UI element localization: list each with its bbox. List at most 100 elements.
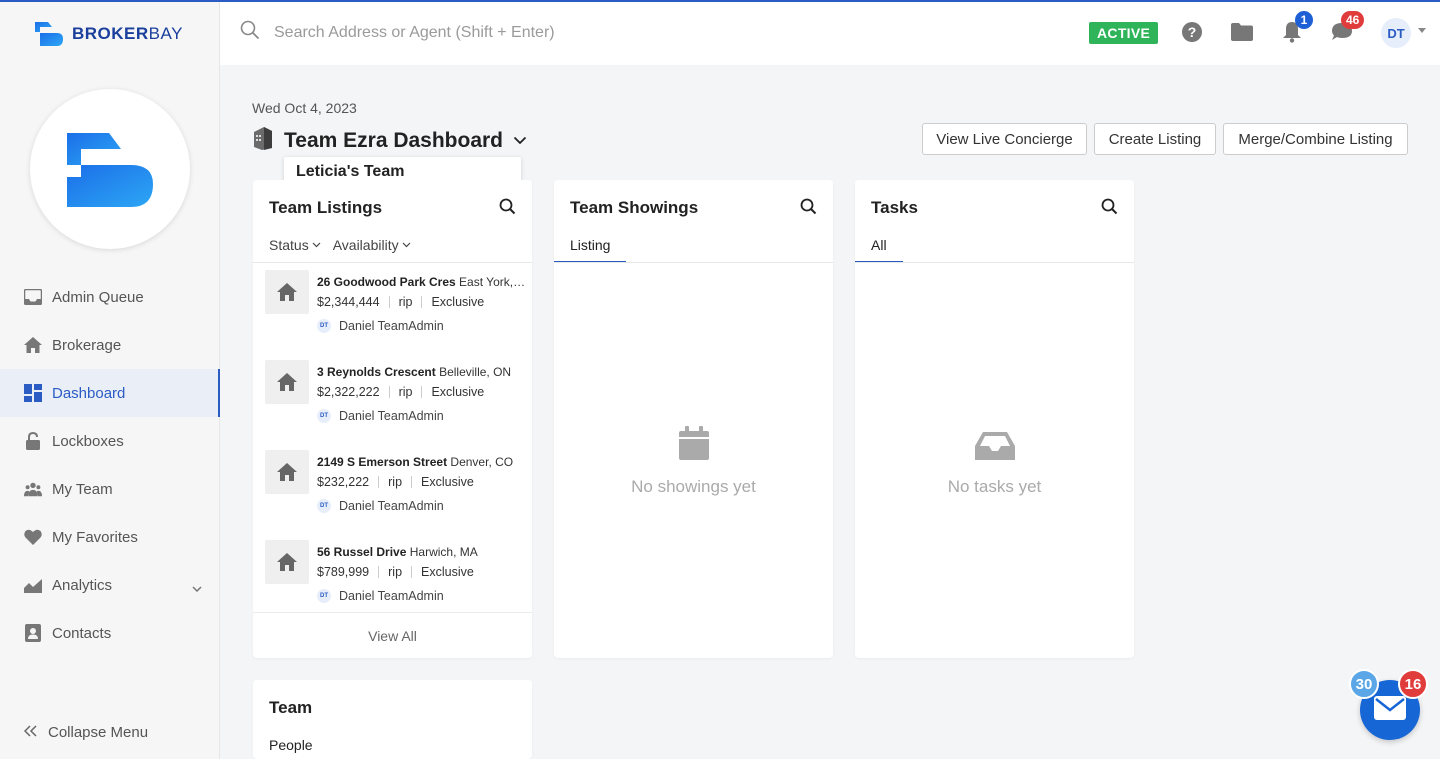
divider xyxy=(554,262,833,263)
view-live-concierge-button[interactable]: View Live Concierge xyxy=(922,123,1087,155)
team-icon xyxy=(24,480,42,498)
home-icon xyxy=(265,540,309,584)
list-item[interactable]: 56 Russel Drive Harwich, MA $789,999 rip E… xyxy=(265,540,530,620)
search-icon[interactable] xyxy=(1101,198,1118,220)
empty-state: No tasks yet xyxy=(855,432,1134,497)
list-item[interactable]: 3 Reynolds Crescent Belleville, ON $2,32… xyxy=(265,360,530,440)
current-date: Wed Oct 4, 2023 xyxy=(252,100,357,116)
chevron-down-icon[interactable] xyxy=(513,132,527,150)
building-icon xyxy=(252,126,274,155)
sidebar-item-lockboxes[interactable]: Lockboxes xyxy=(0,417,220,465)
listing-address: 3 Reynolds Crescent Belleville, ON xyxy=(317,365,512,379)
avatar[interactable]: DT xyxy=(1381,18,1411,48)
tab-listing[interactable]: Listing xyxy=(554,237,627,263)
empty-inbox-icon xyxy=(974,432,1015,465)
sidebar-nav: Admin Queue Brokerage Dashboard Lockboxe… xyxy=(0,273,220,657)
card-title: Team xyxy=(269,698,313,717)
caret-down-icon[interactable] xyxy=(1418,28,1426,33)
sidebar-item-brokerage[interactable]: Brokerage xyxy=(0,321,220,369)
listing-address: 26 Goodwood Park Cres East York, ON xyxy=(317,275,528,289)
tasks-card: Tasks All No tasks yet xyxy=(855,180,1134,658)
dashboard-selector[interactable]: Team Ezra Dashboard xyxy=(252,126,527,155)
search-bar[interactable]: Search Address or Agent (Shift + Enter) xyxy=(240,20,555,45)
listing-agent: DT Daniel TeamAdmin xyxy=(317,499,444,513)
dashboard-icon xyxy=(24,384,42,402)
sidebar-item-my-team[interactable]: My Team xyxy=(0,465,220,513)
chevron-down-icon xyxy=(402,242,411,248)
empty-message: No showings yet xyxy=(631,477,756,496)
divider xyxy=(855,262,1134,263)
svg-text:?: ? xyxy=(1188,24,1197,40)
inbox-icon xyxy=(24,288,42,306)
brokerage-logo xyxy=(30,89,190,249)
sidebar-item-label: My Favorites xyxy=(52,528,138,546)
sidebar-item-contacts[interactable]: Contacts xyxy=(0,609,220,657)
home-icon xyxy=(265,270,309,314)
list-item[interactable]: 2149 S Emerson Street Denver, CO $232,22… xyxy=(265,450,530,530)
sidebar-item-label: Contacts xyxy=(52,624,112,642)
top-bar: Search Address or Agent (Shift + Enter) … xyxy=(220,2,1440,65)
home-icon xyxy=(265,360,309,404)
brokerbay-large-logo-icon xyxy=(67,133,153,207)
brokerbay-logo-icon xyxy=(35,22,63,46)
avatar: DT xyxy=(317,499,331,513)
messages-count-badge: 46 xyxy=(1341,11,1365,29)
listing-address: 56 Russel Drive Harwich, MA xyxy=(317,545,478,559)
view-all-link[interactable]: View All xyxy=(253,612,532,658)
chat-count-badge: 30 xyxy=(1349,669,1379,699)
help-icon[interactable]: ? xyxy=(1180,20,1204,44)
chevron-down-icon xyxy=(312,242,321,248)
status-badge: ACTIVE xyxy=(1089,22,1159,44)
double-chevron-left-icon xyxy=(23,724,38,741)
create-listing-button[interactable]: Create Listing xyxy=(1094,123,1216,155)
status-filter[interactable]: Status xyxy=(269,237,321,253)
tab-people[interactable]: People xyxy=(269,737,313,753)
sidebar-item-my-favorites[interactable]: My Favorites xyxy=(0,513,220,561)
listing-agent: DT Daniel TeamAdmin xyxy=(317,589,444,603)
listing-meta: $2,322,222 rip Exclusive xyxy=(317,385,485,399)
lock-icon xyxy=(24,432,42,450)
avatar: DT xyxy=(317,589,331,603)
brand-logo[interactable]: BROKERBAY xyxy=(35,22,183,46)
search-icon xyxy=(240,20,260,45)
home-icon xyxy=(265,450,309,494)
team-listings-card: Team Listings Status Availability 26 Goo… xyxy=(253,180,532,658)
listing-meta: $789,999 rip Exclusive xyxy=(317,565,474,579)
folder-icon[interactable] xyxy=(1230,20,1254,44)
card-title: Tasks xyxy=(871,198,918,217)
avatar: DT xyxy=(317,319,331,333)
sidebar-item-analytics[interactable]: Analytics xyxy=(0,561,220,609)
heart-icon xyxy=(24,528,42,546)
listing-meta: $232,222 rip Exclusive xyxy=(317,475,474,489)
sidebar-item-label: Brokerage xyxy=(52,336,122,354)
listing-address: 2149 S Emerson Street Denver, CO xyxy=(317,455,514,469)
search-icon[interactable] xyxy=(499,198,516,220)
sidebar-item-label: Dashboard xyxy=(52,384,126,402)
chevron-down-icon[interactable] xyxy=(192,579,202,596)
home-icon xyxy=(24,336,42,354)
search-icon[interactable] xyxy=(800,198,817,220)
sidebar-item-dashboard[interactable]: Dashboard xyxy=(0,369,220,417)
merge-combine-listing-button[interactable]: Merge/Combine Listing xyxy=(1223,123,1408,155)
brand-name: BROKERBAY xyxy=(72,24,183,43)
availability-filter[interactable]: Availability xyxy=(333,237,411,253)
notifications-count-badge: 1 xyxy=(1295,11,1313,29)
empty-message: No tasks yet xyxy=(947,477,1042,496)
collapse-menu-label: Collapse Menu xyxy=(48,724,149,741)
listing-agent: DT Daniel TeamAdmin xyxy=(317,319,444,333)
team-showings-card: Team Showings Listing No showings yet xyxy=(554,180,833,658)
tab-all[interactable]: All xyxy=(855,237,903,263)
analytics-icon xyxy=(24,576,42,594)
card-title: Team Showings xyxy=(570,198,699,217)
sidebar-item-label: Admin Queue xyxy=(52,288,144,306)
envelope-icon xyxy=(1374,695,1406,725)
empty-state: No showings yet xyxy=(554,426,833,497)
listing-meta: $2,344,444 rip Exclusive xyxy=(317,295,485,309)
list-item[interactable]: 26 Goodwood Park Cres East York, ON $2,3… xyxy=(265,270,530,350)
search-input[interactable]: Search Address or Agent (Shift + Enter) xyxy=(274,24,555,42)
card-title: Team Listings xyxy=(269,198,383,217)
sidebar-item-admin-queue[interactable]: Admin Queue xyxy=(0,273,220,321)
page-title: Team Ezra Dashboard xyxy=(284,128,504,152)
sidebar: BROKERBAY Admin Queue Brokerage Dashboar… xyxy=(0,2,220,759)
collapse-menu-button[interactable]: Collapse Menu xyxy=(23,724,149,741)
